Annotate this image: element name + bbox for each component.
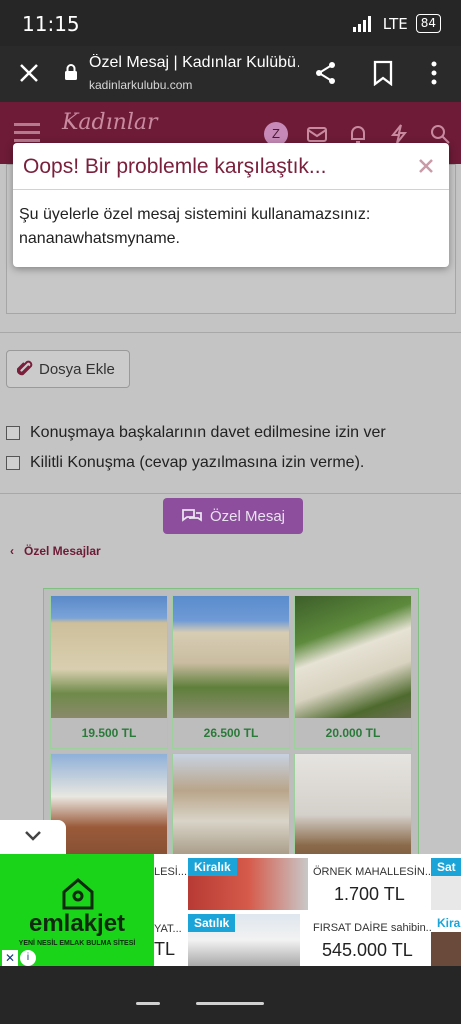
signal-icon [352,15,371,32]
ad-listing-price[interactable]: 1.700 TL [334,884,405,905]
site-logo[interactable]: Kadınlar [62,110,158,135]
option-allow-invite[interactable]: Konuşmaya başkalarının davet edilmesine … [6,424,386,442]
ad-listing-tag: Kira [431,914,461,932]
listing-card[interactable]: 26.500 TL [172,595,290,749]
chevron-left-icon: ‹ [10,544,14,558]
page-url[interactable]: kadinlarkulubu.com [89,78,192,92]
status-icons: LTE 84 [352,14,441,33]
ad-listing-price: TL [154,939,176,959]
browser-toolbar: Özel Mesaj | Kadınlar Kulübü… kadinlarku… [0,46,461,102]
divider [0,493,461,494]
checkbox[interactable] [6,456,20,470]
ad-listing-partial[interactable]: YAT... TL [154,911,188,966]
blocked-username: nananawhatsmyname. [19,230,180,247]
ad-listing-partial[interactable]: LESİ... [154,854,188,911]
listing-photo [173,596,289,718]
share-icon[interactable] [313,60,339,86]
clock: 11:15 [22,12,80,36]
attach-file-button[interactable]: Dosya Ekle [6,350,130,388]
home-gesture-bar[interactable] [196,1002,264,1005]
ad-listing-photo[interactable]: Sat [431,858,461,910]
listing-card[interactable]: 19.500 TL [50,595,168,749]
breadcrumb[interactable]: ‹ Özel Mesajlar [10,544,101,558]
listing-price: 26.500 TL [203,726,259,740]
ad-listing-price[interactable]: 545.000 TL [322,940,413,961]
ad-listing-photo[interactable]: Kira [431,914,461,966]
option-lock-conversation-label: Kilitli Konuşma (cevap yazılmasına izin … [30,454,365,471]
error-message-line: Şu üyelerle özel mesaj sistemini kullana… [19,206,371,223]
listing-price: 19.500 TL [81,726,137,740]
search-icon[interactable] [429,123,451,145]
checkbox[interactable] [6,426,20,440]
battery-icon: 84 [415,14,441,33]
ad-listing-tag: Sat [431,858,461,876]
house-icon [62,878,94,910]
hamburger-menu-icon[interactable] [14,122,40,142]
paperclip-icon [17,360,33,376]
listing-photo [51,596,167,718]
bookmark-icon[interactable] [372,60,394,86]
breadcrumb-private-messages[interactable]: Özel Mesajlar [24,544,101,558]
ad-brand-panel[interactable]: emlakjet YENİ NESİL EMLAK BULMA SİTESİ ✕… [0,854,154,966]
lightning-icon[interactable] [388,123,410,145]
ad-listing-desc: LESİ... [154,866,188,878]
ad-listing-desc: YAT... [154,923,182,935]
ad-close-icon[interactable]: ✕ [2,950,18,966]
ad-banner[interactable]: emlakjet YENİ NESİL EMLAK BULMA SİTESİ ✕… [0,854,461,966]
error-dialog-title: Oops! Bir problemle karşılaştık... [23,155,327,178]
ad-listing-tag: Satılık [188,914,236,932]
send-private-message-button[interactable]: Özel Mesaj [163,498,303,534]
status-bar: 11:15 LTE 84 [0,0,461,46]
option-allow-invite-label: Konuşmaya başkalarının davet edilmesine … [30,424,386,441]
ad-brand-tagline: YENİ NESİL EMLAK BULMA SİTESİ [18,940,136,947]
attach-file-label: Dosya Ekle [39,360,115,378]
listing-card[interactable]: 20.000 TL [294,595,412,749]
inbox-icon[interactable] [306,123,328,145]
close-icon[interactable] [417,157,435,175]
error-dialog: Oops! Bir problemle karşılaştık... Şu üy… [13,143,449,267]
send-private-message-label: Özel Mesaj [209,507,286,525]
ad-info-icon[interactable]: i [20,950,36,966]
ad-collapse-button[interactable] [0,820,66,854]
listing-photo [295,596,411,718]
divider [13,189,449,190]
page-title[interactable]: Özel Mesaj | Kadınlar Kulübü… [89,54,299,72]
more-options-icon[interactable] [424,60,444,86]
ad-listing-photo[interactable]: Kiralık [188,858,308,910]
ad-listing-tag: Kiralık [188,858,237,876]
system-nav-bar [0,966,461,1024]
ad-brand-logo: emlakjet [28,910,126,937]
close-icon[interactable] [16,60,42,86]
listing-price: 20.000 TL [325,726,381,740]
error-dialog-message: Şu üyelerle özel mesaj sistemini kullana… [19,203,439,251]
network-label: LTE [382,14,408,33]
recents-button[interactable] [136,1002,160,1005]
bell-icon[interactable] [347,123,369,145]
ad-listing-desc[interactable]: ÖRNEK MAHALLESİN... [313,866,434,878]
page-content: Dosya Ekle Konuşmaya başkalarının davet … [0,164,461,966]
divider [0,332,461,333]
ad-listing-photo[interactable]: Satılık [188,914,300,966]
ad-listing-desc[interactable]: FIRSAT DAİRE sahibin... [313,922,435,934]
chat-bubbles-icon [182,509,202,522]
lock-icon [65,64,77,80]
chevron-down-icon [25,831,41,841]
web-viewport: Kadınlar Z Dosya Ekle Konuşmaya başkalar… [0,102,461,966]
option-lock-conversation[interactable]: Kilitli Konuşma (cevap yazılmasına izin … [6,454,364,472]
